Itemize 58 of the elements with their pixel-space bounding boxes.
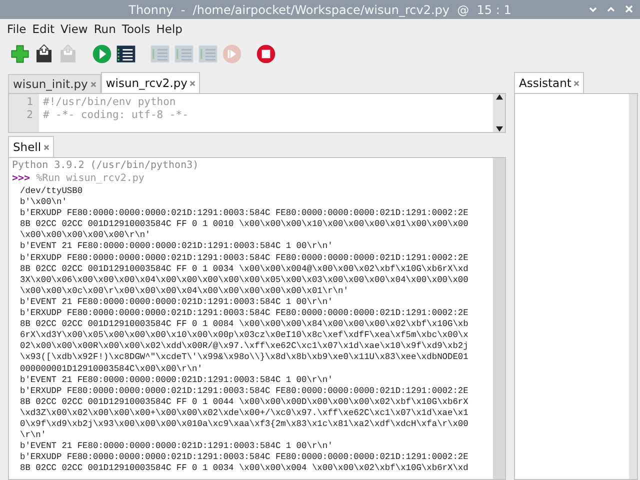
version-text: Python 3.9.2 (/usr/bin/python3): [12, 159, 200, 172]
maximize-icon[interactable]: [606, 4, 616, 14]
output-line: \xd3Z\x00\x02\x00\x00\x00+\x00\x00\x02\xde\x00+/\xc0\x97.\xff\xe62C\xc1\x07\x1d\xae\x1: [19, 408, 470, 419]
output-line: 02\x00\x00\x00R\x00\x00\x02\xdd\x00R/@\x97.\xff\xe62C\xc1\x07\x1d\xae\x10\x9f\xd9\xb2j: [19, 341, 470, 352]
output-line: \x00\x00\x0c\x00\r\x00\x00\x00\x04\x00\x00\x00\x00\x00\x01\r\n': [19, 286, 350, 297]
tab[interactable]: Shell: [8, 136, 54, 157]
output-line: /dev/ttyUSB0: [19, 186, 84, 198]
scrollbar[interactable]: [493, 94, 505, 132]
output-line: 8B 02CC 02CC 001D12910003584C FF 0 1 0034 \x00\x00\x004 \x00\x00\x02\xbf\x10G\xb6rX\xd: [19, 463, 470, 474]
tab[interactable]: wisun_init.py: [8, 74, 101, 93]
output-line: b'\x00\n': [19, 197, 68, 208]
output-line: 0\x9f\xd9\xb2j\x93\x00\x00\x00\x010a\xc9\xaa\xf3{2m\x83\x1c\x81\xa2\xdf\xdcH\xfa\r\x00: [19, 418, 470, 430]
shell-command: %Run wisun_rcv2.py: [36, 172, 144, 186]
menu-item[interactable]: File: [4, 22, 30, 36]
output-line: 3X\x00\x06\x00\x00\x00\x04\x00\x00\x00\x00\x00\x05\x00\x03\x00\x00\x00\x04\x00\x00\x00: [19, 274, 470, 286]
scrollbar[interactable]: [629, 94, 637, 479]
close-icon[interactable]: [43, 144, 50, 150]
output-line: 8B 02CC 02CC 001D12910003584C FF 0 1 0010 \x00\x00\x00\x10\x00\x00\x00\x01\x00\x00\x00: [19, 219, 470, 230]
output-line: 6rX\xd3Y\x00\x05\x00\x00\x00\x10\x00\x00p\x03cz\x0eI10\x8c\xef\xdfF\xea\xf5m\xbc\x00\x: [19, 330, 470, 342]
output-line: 8B 02CC 02CC 001D12910003584C FF 0 1 0044 \x00\x00\x00D\x00\x00\x00\x02\xbf\x10G\xb6rX: [19, 396, 470, 408]
tab[interactable]: Assistant: [514, 72, 584, 93]
output-line: b'EVENT 21 FE80:0000:0000:0000:021D:1291:0003:584C 1 00\r\n': [19, 296, 334, 308]
menu-item[interactable]: Help: [153, 22, 186, 36]
output-line: b'ERXUDP FE80:0000:0000:0000:021D:1291:0003:584C FE80:0000:0000:0000:021D:1291:0002:2E: [19, 252, 470, 264]
close-icon[interactable]: [90, 80, 97, 88]
prompt: >>>: [12, 172, 30, 186]
output-line: \r\n': [19, 430, 48, 442]
shell-panel[interactable]: [8, 157, 506, 480]
output-line: 000000001D12910003584C\x00\x00\r\n': [19, 364, 204, 375]
line-number: 1: [26, 96, 34, 109]
output-line: b'EVENT 21 FE80:0000:0000:0000:021D:1291:0003:584C 1 00\r\n': [19, 241, 334, 253]
close-icon[interactable]: [189, 80, 196, 86]
menu-item[interactable]: Edit: [29, 22, 58, 36]
output-line: 8B 02CC 02CC 001D12910003584C FF 0 1 0034 \x00\x00\x004@\x00\x00\x02\xbf\x10G\xb6rX\xd: [19, 264, 470, 275]
window-title: Thonny - /home/airpocket/Workspace/wisun_rcv2.py @ 15 : 1: [128, 2, 512, 16]
plus-icon[interactable]: [10, 44, 30, 64]
close-icon[interactable]: [573, 80, 580, 86]
output-line: b'ERXUDP FE80:0000:0000:0000:021D:1291:0003:584C FE80:0000:0000:0000:021D:1291:0002:2E: [19, 308, 470, 320]
output-line: b'EVENT 21 FE80:0000:0000:0000:021D:1291:0003:584C 1 00\r\n': [19, 441, 334, 452]
menu-item[interactable]: Tools: [118, 22, 154, 36]
menu-item[interactable]: View: [58, 22, 91, 36]
tab[interactable]: wisun_rcv2.py: [100, 72, 200, 93]
output-line: b'ERXUDP FE80:0000:0000:0000:021D:1291:0003:584C FE80:0000:0000:0000:021D:1291:0002:2E: [19, 452, 470, 464]
scrollbar[interactable]: [493, 158, 505, 479]
output-line: \x93([\xdb\x92F!)\xc8DGW^"\xcdeT\'\x99&\x98o\\}\x8d\x8b\xb9\xe0\x11U\x83\xee\xdbNODE01: [19, 352, 470, 364]
scroll-down-icon[interactable]: [496, 126, 502, 132]
menu-item[interactable]: Run: [90, 22, 119, 36]
line-number: 2: [26, 109, 34, 122]
scroll-up-icon[interactable]: [496, 94, 502, 100]
output-line: b'ERXUDP FE80:0000:0000:0000:021D:1291:0003:584C FE80:0000:0000:0000:021D:1291:0002:2E: [19, 386, 470, 397]
list-icon[interactable]: [116, 44, 136, 64]
output-line: \x00\x00\x00\x00\x00\r\n': [19, 230, 152, 242]
code-line: # -*- coding: utf-8 -*-: [43, 109, 190, 122]
output-line: 8B 02CC 02CC 001D12910003584C FF 0 1 0084 \x00\x00\x00\x84\x00\x00\x00\x02\xbf\x10G\xb: [19, 319, 470, 330]
output-line: b'EVENT 21 FE80:0000:0000:0000:021D:1291:0003:584C 1 00\r\n': [19, 374, 334, 386]
stop-icon[interactable]: [256, 44, 276, 64]
output-line: b'ERXUDP FE80:0000:0000:0000:021D:1291:0003:584C FE80:0000:0000:0000:021D:1291:0002:2E: [19, 208, 470, 220]
code-line: #!/usr/bin/env python: [43, 96, 177, 109]
